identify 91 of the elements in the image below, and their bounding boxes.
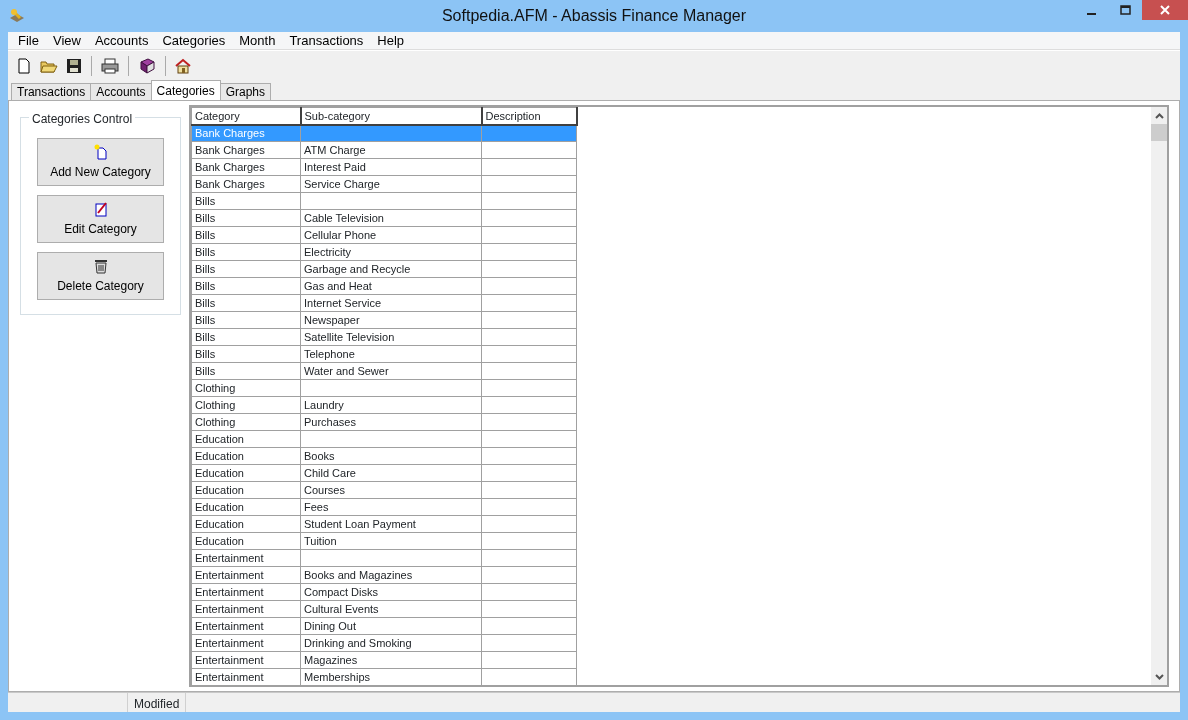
table-cell: Bank Charges — [191, 158, 301, 176]
tab[interactable]: Graphs — [219, 83, 271, 100]
tab[interactable]: Categories — [150, 80, 221, 100]
table-cell: Bills — [191, 328, 301, 346]
table-cell: Education — [191, 447, 301, 465]
table-cell: Newspaper — [300, 311, 482, 329]
table-cell: Bank Charges — [191, 175, 301, 193]
close-button[interactable] — [1142, 0, 1188, 20]
table-cell: Entertainment — [191, 617, 301, 635]
table-cell: Garbage and Recycle — [300, 260, 482, 278]
table-cell: Education — [191, 515, 301, 533]
table-cell: Education — [191, 498, 301, 516]
table-cell: Education — [191, 481, 301, 499]
pencil-document-icon — [93, 200, 108, 217]
table-cell: Bills — [191, 294, 301, 312]
status-text: Modified — [128, 693, 187, 712]
table-cell: ATM Charge — [300, 141, 482, 159]
menu-item[interactable]: View — [45, 31, 88, 50]
table-cell: Satellite Television — [300, 328, 482, 346]
table-cell: Bills — [191, 311, 301, 329]
table-cell: Entertainment — [191, 634, 301, 652]
window-title: Softpedia.AFM - Abassis Finance Manager — [441, 7, 747, 24]
menu-item[interactable]: Transactions — [282, 31, 371, 50]
table-cell: Cellular Phone — [300, 226, 482, 244]
menu-item[interactable]: Help — [370, 31, 412, 50]
table-cell: Entertainment — [191, 549, 301, 567]
table-cell: Entertainment — [191, 583, 301, 601]
scroll-up-icon[interactable] — [1154, 112, 1164, 119]
table-cell: Electricity — [300, 243, 482, 261]
printer-icon[interactable] — [99, 55, 121, 76]
table-cell: Bills — [191, 345, 301, 363]
table-cell: Telephone — [300, 345, 482, 363]
table-cell: Cable Television — [300, 209, 482, 227]
scrollbar[interactable] — [1151, 107, 1167, 685]
table-cell: Education — [191, 464, 301, 482]
table-cell: Courses — [300, 481, 482, 499]
table-cell: Water and Sewer — [300, 362, 482, 380]
close-icon — [1160, 5, 1170, 15]
scroll-thumb[interactable] — [1151, 124, 1167, 141]
table-cell: Books and Magazines — [300, 566, 482, 584]
trash-can-icon — [93, 257, 108, 274]
table-cell: Gas and Heat — [300, 277, 482, 295]
table-cell: Bills — [191, 192, 301, 210]
delete-category-button[interactable]: Delete Category — [37, 252, 164, 300]
table-cell: Books — [300, 447, 482, 465]
table-cell: Drinking and Smoking — [300, 634, 482, 652]
table-cell: Magazines — [300, 651, 482, 669]
table-cell: Bills — [191, 260, 301, 278]
table-cell: Education — [191, 532, 301, 550]
menu-item[interactable]: Month — [232, 31, 283, 50]
table-cell: Cultural Events — [300, 600, 482, 618]
maximize-icon — [1119, 5, 1131, 15]
table-cell: Laundry — [300, 396, 482, 414]
column-header[interactable]: Category — [191, 107, 301, 125]
table-cell: Entertainment — [191, 566, 301, 584]
table-cell: Fees — [300, 498, 482, 516]
add-category-button[interactable]: Add New Category — [37, 138, 164, 186]
menu-item[interactable]: Categories — [155, 31, 233, 50]
table-cell: Bills — [191, 243, 301, 261]
table-cell: Clothing — [191, 396, 301, 414]
tab[interactable]: Transactions — [11, 83, 92, 100]
edit-category-button[interactable]: Edit Category — [37, 195, 164, 243]
scroll-down-icon[interactable] — [1154, 673, 1164, 680]
table-cell: Bank Charges — [191, 141, 301, 159]
table-cell: Bills — [191, 277, 301, 295]
column-header[interactable]: Sub-category — [300, 107, 482, 125]
minimize-icon — [1086, 13, 1096, 15]
menu-item[interactable]: File — [11, 31, 46, 50]
column-header[interactable]: Description — [481, 107, 577, 125]
table-cell: Internet Service — [300, 294, 482, 312]
menu-item[interactable]: Accounts — [87, 31, 156, 50]
table-cell: Compact Disks — [300, 583, 482, 601]
table-cell: Clothing — [191, 379, 301, 397]
table-cell: Bills — [191, 226, 301, 244]
app-icon — [8, 8, 26, 24]
table-cell: Tuition — [300, 532, 482, 550]
table-cell: Entertainment — [191, 668, 301, 685]
table-cell: Entertainment — [191, 600, 301, 618]
table-cell: Bills — [191, 209, 301, 227]
table-cell: Dining Out — [300, 617, 482, 635]
tab[interactable]: Accounts — [90, 83, 152, 100]
table-cell: Entertainment — [191, 651, 301, 669]
table-cell: Interest Paid — [300, 158, 482, 176]
new-document-icon — [93, 143, 108, 160]
table-cell: Clothing — [191, 413, 301, 431]
table-cell: Education — [191, 430, 301, 448]
table-cell: Service Charge — [300, 175, 482, 193]
table-cell: Purchases — [300, 413, 482, 431]
table-cell: Bills — [191, 362, 301, 380]
table-cell: Student Loan Payment — [300, 515, 482, 533]
table-cell: Child Care — [300, 464, 482, 482]
